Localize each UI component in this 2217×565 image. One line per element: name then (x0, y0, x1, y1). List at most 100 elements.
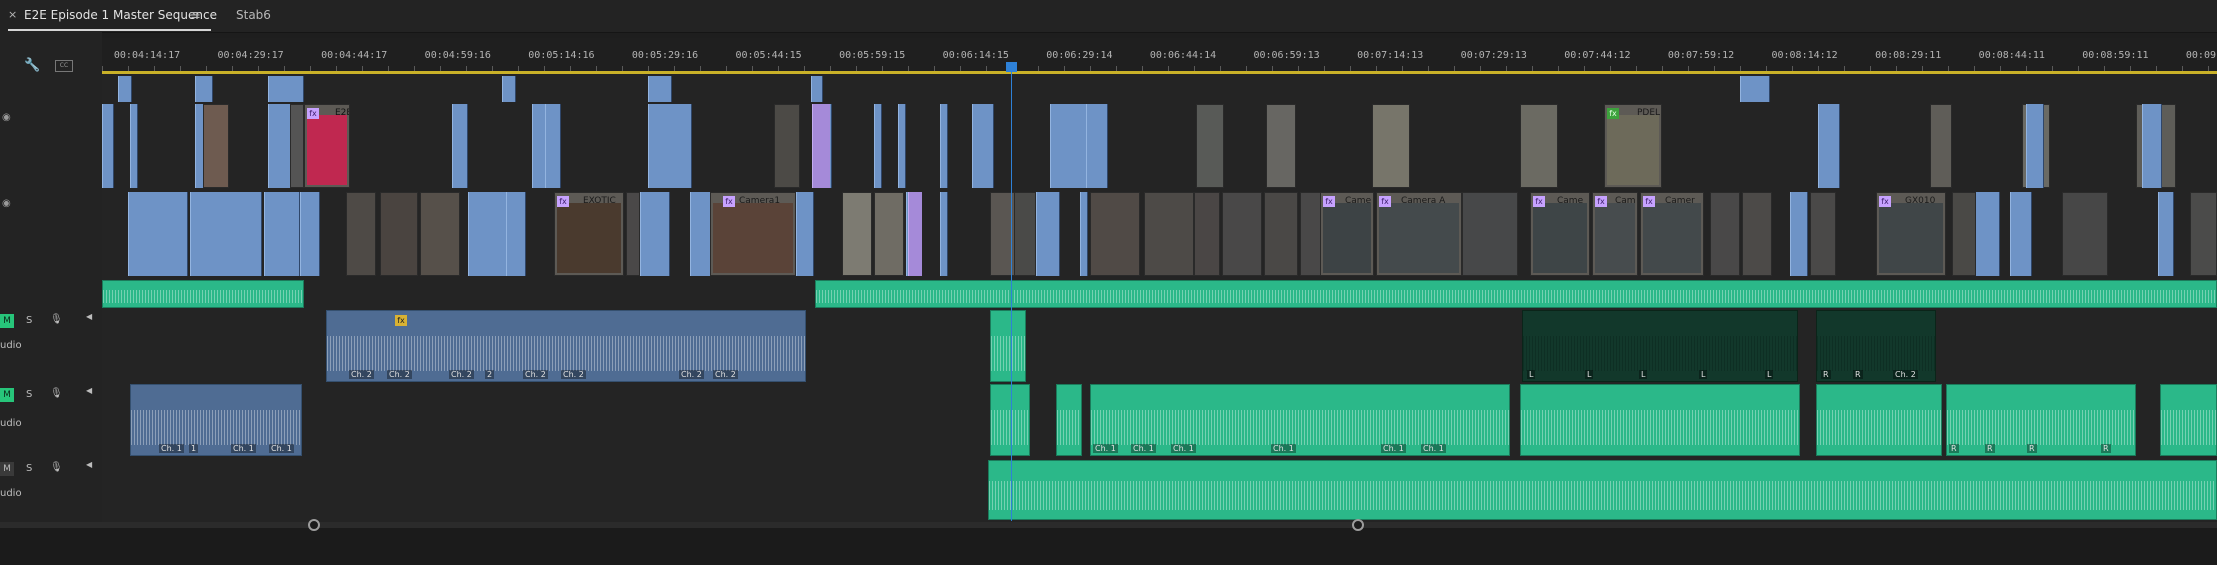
mute-button[interactable]: M (0, 462, 14, 476)
video-clip-thumbnail[interactable] (203, 104, 229, 188)
video-clip[interactable] (648, 76, 672, 102)
video-clip[interactable] (874, 104, 882, 188)
audio-clip[interactable] (1520, 384, 1800, 456)
nested-sequence-clip[interactable] (908, 192, 922, 276)
wrench-icon[interactable]: 🔧 (24, 58, 40, 73)
video-clip-thumbnail[interactable] (346, 192, 376, 276)
video-clip[interactable] (1080, 192, 1088, 276)
video-clip-thumbnail[interactable] (1930, 104, 1952, 188)
video-clip[interactable] (940, 104, 948, 188)
time-ruler[interactable]: 00:04:14:17 00:04:29:17 00:04:44:17 00:04:5… (102, 38, 2217, 74)
video-clip-camera1[interactable]: fx Camera1 (710, 192, 796, 276)
video-clip[interactable] (1086, 104, 1108, 188)
tab-master-sequence[interactable]: E2E Episode 1 Master Sequence (24, 8, 217, 22)
audio-clip[interactable]: fx Ch. 2 Ch. 2 Ch. 2 2 Ch. 2 Ch. 2 Ch. 2… (326, 310, 806, 382)
eye-icon[interactable]: ◉ (2, 112, 11, 123)
video-clip[interactable] (898, 104, 906, 188)
video-clip-thumbnail[interactable] (874, 192, 904, 276)
video-clip-came-2[interactable]: fx Came (1530, 192, 1590, 276)
collapse-arrow-icon[interactable]: ◀ (86, 386, 92, 395)
video-clip-thumbnail[interactable] (1810, 192, 1836, 276)
video-clip-cam[interactable]: fx Cam (1592, 192, 1638, 276)
video-clip-camera-a[interactable]: fx Camera A (1376, 192, 1462, 276)
video-clip-thumbnail[interactable] (1300, 192, 1322, 276)
playhead-line[interactable] (1011, 66, 1012, 521)
audio-clip[interactable] (1816, 384, 1942, 456)
close-icon[interactable]: × (8, 8, 17, 21)
scrollbar-left-handle[interactable] (308, 519, 320, 531)
video-clip-thumbnail[interactable] (1194, 192, 1220, 276)
video-clip-exotic[interactable]: fx EXOTIC (554, 192, 624, 276)
scrollbar-right-handle[interactable] (1352, 519, 1364, 531)
video-clip[interactable] (640, 192, 670, 276)
audio-clip[interactable] (988, 460, 2217, 520)
video-clip[interactable] (452, 104, 468, 188)
video-clip[interactable] (1036, 192, 1060, 276)
video-clip-thumbnail[interactable] (626, 192, 640, 276)
video-clip[interactable] (2026, 104, 2044, 188)
video-clip[interactable] (1818, 104, 1840, 188)
video-clip[interactable] (972, 104, 994, 188)
tab-stab6[interactable]: Stab6 (236, 8, 271, 22)
microphone-icon[interactable]: 🎙 (50, 314, 63, 325)
video-clip[interactable] (796, 192, 814, 276)
video-track-4[interactable] (102, 74, 2217, 105)
video-clip[interactable] (190, 192, 262, 276)
video-clip-thumbnail[interactable] (1264, 192, 1298, 276)
captions-icon[interactable]: CC (55, 60, 73, 72)
video-clip[interactable] (268, 76, 304, 102)
video-clip[interactable] (502, 76, 516, 102)
collapse-arrow-icon[interactable]: ◀ (86, 460, 92, 469)
video-clip-thumbnail[interactable] (380, 192, 418, 276)
video-clip[interactable] (506, 192, 526, 276)
video-clip[interactable] (2142, 104, 2162, 188)
collapse-arrow-icon[interactable]: ◀ (86, 312, 92, 321)
audio-clip[interactable]: R R R R (1946, 384, 2136, 456)
video-clip[interactable] (545, 104, 561, 188)
video-clip[interactable] (102, 104, 114, 188)
video-clip-thumbnail[interactable] (1520, 104, 1558, 188)
video-clip-v1[interactable] (815, 280, 2217, 308)
video-clip-thumbnail[interactable] (842, 192, 872, 276)
video-clip-thumbnail[interactable] (1014, 192, 1036, 276)
video-clip[interactable] (264, 192, 300, 276)
solo-button[interactable]: S (26, 463, 32, 474)
video-clip-pdel[interactable]: fx PDEL (1604, 104, 1662, 188)
video-clip-v1[interactable] (102, 280, 304, 308)
video-clip[interactable] (195, 76, 213, 102)
video-clip[interactable] (130, 104, 138, 188)
video-clip-thumbnail[interactable] (1144, 192, 1194, 276)
audio-clip[interactable] (1056, 384, 1082, 456)
video-clip[interactable] (811, 76, 823, 102)
video-clip-thumbnail[interactable] (2062, 192, 2108, 276)
mute-button[interactable]: M (0, 314, 14, 328)
video-clip[interactable] (1790, 192, 1808, 276)
audio-clip[interactable]: Ch. 1 1 Ch. 1 Ch. 1 (130, 384, 302, 456)
audio-clip[interactable]: Ch. 1 Ch. 1 Ch. 1 Ch. 1 Ch. 1 Ch. 1 (1090, 384, 1510, 456)
video-clip[interactable] (128, 192, 188, 276)
video-clip-thumbnail[interactable] (1090, 192, 1140, 276)
video-clip-e2e[interactable]: fx E2E (304, 104, 350, 188)
microphone-icon[interactable]: 🎙 (50, 462, 63, 473)
video-clip-thumbnail[interactable] (1462, 192, 1518, 276)
video-clip-thumbnail[interactable] (1952, 192, 1976, 276)
audio-clip[interactable] (990, 310, 1026, 382)
video-clip-thumbnail[interactable] (290, 104, 304, 188)
audio-clip[interactable] (990, 384, 1030, 456)
menu-icon[interactable]: ≡ (190, 8, 201, 23)
video-clip[interactable] (648, 104, 692, 188)
timeline-scrollbar[interactable] (0, 519, 2217, 565)
video-clip-gx010[interactable]: fx GX010 (1876, 192, 1946, 276)
video-clip-thumbnail[interactable] (1266, 104, 1296, 188)
microphone-icon[interactable]: 🎙 (50, 388, 63, 399)
audio-clip-stereo[interactable]: L L L L L (1522, 310, 1798, 382)
audio-clip-stereo[interactable]: R R Ch. 2 (1816, 310, 1936, 382)
video-track-3[interactable] (102, 104, 2217, 193)
solo-button[interactable]: S (26, 389, 32, 400)
video-clip[interactable] (300, 192, 320, 276)
video-clip[interactable] (2158, 192, 2174, 276)
video-clip-came[interactable]: fx Came (1320, 192, 1374, 276)
video-clip-thumbnail[interactable] (1710, 192, 1740, 276)
video-clip-thumbnail[interactable] (1372, 104, 1410, 188)
video-clip-thumbnail[interactable] (1196, 104, 1224, 188)
